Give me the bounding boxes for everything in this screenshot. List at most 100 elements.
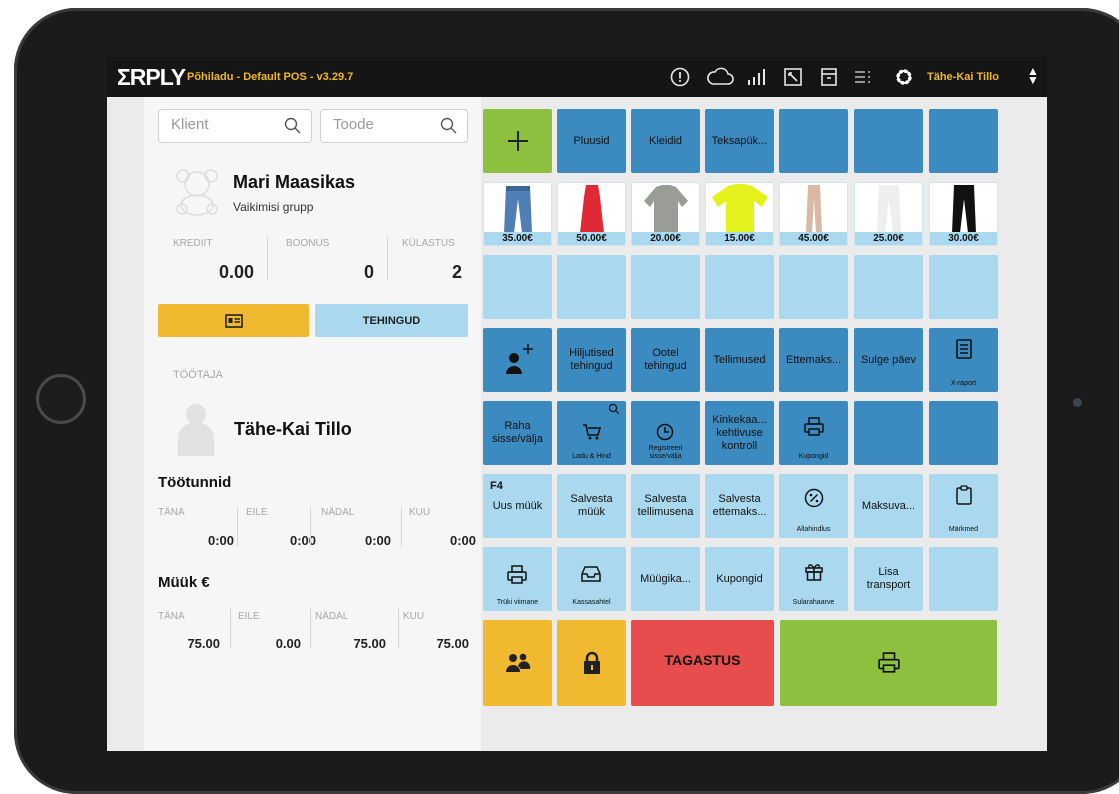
- pos-screen: ΣRPLY Põhiladu - Default POS - v3.29.7 T…: [107, 57, 1047, 751]
- product-search-input[interactable]: [333, 116, 423, 133]
- cash-drawer-button[interactable]: Kassasahtel: [557, 547, 626, 611]
- gear-icon[interactable]: [893, 66, 915, 88]
- notes-button[interactable]: Märkmed: [929, 474, 998, 538]
- signal-icon: [745, 66, 767, 88]
- divider: [237, 507, 238, 547]
- cloud-icon[interactable]: [705, 66, 735, 88]
- shortcut-key: F4: [490, 480, 503, 492]
- sales-today-value: 75.00: [187, 636, 220, 651]
- add-category-button[interactable]: [483, 109, 552, 173]
- client-search-input[interactable]: [171, 116, 261, 133]
- cash-drawer-label: Kassasahtel: [572, 599, 611, 606]
- clock-in-out-label: Registreeri sisse/välja: [648, 445, 683, 460]
- discount-button[interactable]: Allahindlus: [779, 474, 848, 538]
- notes-label: Märkmed: [948, 526, 979, 533]
- category-button[interactable]: Pluusid: [557, 109, 626, 173]
- stock-price-button[interactable]: Ladu & Hind: [557, 401, 626, 465]
- new-sale-button[interactable]: F4 Uus müük: [483, 474, 552, 538]
- shirt-icon: [644, 185, 688, 233]
- divider: [267, 237, 268, 281]
- home-button: [36, 374, 86, 424]
- empty-tile: [854, 109, 923, 173]
- empty-tile: [557, 255, 626, 319]
- add-customer-button[interactable]: [483, 328, 552, 392]
- return-button[interactable]: TAGASTUS: [631, 620, 774, 706]
- empty-tile: [705, 255, 774, 319]
- divider: [310, 507, 311, 547]
- archive-icon[interactable]: [818, 66, 840, 88]
- customer-name[interactable]: Mari Maasikas: [233, 172, 355, 193]
- expand-icon[interactable]: [782, 66, 804, 88]
- product-tile[interactable]: 20.00€: [631, 182, 700, 246]
- search-icon: [284, 117, 301, 134]
- new-sale-label: Uus müük: [492, 499, 543, 512]
- print-last-button[interactable]: Trüki viimane: [483, 547, 552, 611]
- product-tile[interactable]: 30.00€: [929, 182, 998, 246]
- print-receipt-button[interactable]: [780, 620, 997, 706]
- current-user[interactable]: Tähe-Kai Tillo: [927, 71, 999, 83]
- percent-icon: [804, 488, 824, 508]
- clock-in-out-button[interactable]: Registreeri sisse/välja: [631, 401, 700, 465]
- product-tile[interactable]: 50.00€: [557, 182, 626, 246]
- customer-avatar: [176, 169, 218, 216]
- product-tile[interactable]: 25.00€: [854, 182, 923, 246]
- customers-button[interactable]: [483, 620, 552, 706]
- printer-icon: [804, 417, 824, 436]
- pants-icon: [877, 185, 901, 233]
- divider: [398, 609, 399, 649]
- recent-transactions-button[interactable]: Hiljutised tehingud: [557, 328, 626, 392]
- transactions-button[interactable]: TEHINGUD: [315, 304, 468, 337]
- lock-button[interactable]: [557, 620, 626, 706]
- add-transport-button[interactable]: Lisa transport: [854, 547, 923, 611]
- save-order-button[interactable]: Salvesta tellimusena: [631, 474, 700, 538]
- chevron-updown-icon[interactable]: ▲ ▼: [1027, 65, 1039, 86]
- add-person-icon: [505, 344, 533, 374]
- alert-icon[interactable]: [669, 66, 691, 88]
- payment-button[interactable]: Maksuva...: [854, 474, 923, 538]
- cash-in-out-button[interactable]: Raha sisse/välja: [483, 401, 552, 465]
- wh-yesterday-value: 0:00: [289, 533, 316, 548]
- product-tile[interactable]: 35.00€: [483, 182, 552, 246]
- salesperson-button[interactable]: Müügika...: [631, 547, 700, 611]
- coupons-button[interactable]: Kupongid: [705, 547, 774, 611]
- app-version: Põhiladu - Default POS - v3.29.7: [187, 71, 354, 83]
- lock-icon: [583, 651, 600, 674]
- sales-yesterday-value: 0.00: [275, 636, 301, 651]
- employee-section-label: TÖÖTAJA: [173, 369, 223, 381]
- x-report-button[interactable]: X-raport: [929, 328, 998, 392]
- empty-tile: [929, 109, 998, 173]
- empty-tile: [929, 401, 998, 465]
- wh-week-value: 0:00: [364, 533, 391, 548]
- client-search[interactable]: [158, 109, 312, 143]
- product-price: 35.00€: [484, 232, 551, 245]
- prepayment-button[interactable]: Ettemaks...: [779, 328, 848, 392]
- gift-receipt-button[interactable]: Sularahaarve: [779, 547, 848, 611]
- close-day-button[interactable]: Sulge päev: [854, 328, 923, 392]
- sales-week-label: NÄDAL: [315, 611, 349, 622]
- wh-today-value: 0:00: [207, 533, 234, 548]
- clock-icon: [656, 423, 674, 441]
- category-button[interactable]: Kleidid: [631, 109, 700, 173]
- save-prepayment-button[interactable]: Salvesta ettemaks...: [705, 474, 774, 538]
- product-tile[interactable]: 45.00€: [779, 182, 848, 246]
- pants-icon: [806, 185, 822, 233]
- top-bar: ΣRPLY Põhiladu - Default POS - v3.29.7 T…: [107, 57, 1047, 97]
- product-tile[interactable]: 15.00€: [705, 182, 774, 246]
- pending-transactions-button[interactable]: Ootel tehingud: [631, 328, 700, 392]
- customer-card-button[interactable]: [158, 304, 309, 337]
- id-card-icon: [224, 313, 243, 328]
- search-icon: [608, 403, 620, 415]
- gift-card-check-button[interactable]: Kinkekaa... kehtivuse kontroll: [705, 401, 774, 465]
- save-sale-button[interactable]: Salvesta müük: [557, 474, 626, 538]
- list-icon[interactable]: [851, 66, 873, 88]
- product-price: 50.00€: [558, 232, 625, 245]
- orders-button[interactable]: Tellimused: [705, 328, 774, 392]
- sales-month-value: 75.00: [436, 636, 469, 651]
- product-search[interactable]: [320, 109, 468, 143]
- employee-avatar: [178, 404, 214, 456]
- coupons-print-button[interactable]: Kupongid: [779, 401, 848, 465]
- category-button[interactable]: Teksapük...: [705, 109, 774, 173]
- credit-label: KREDIIT: [173, 238, 213, 249]
- visits-value: 2: [451, 262, 462, 282]
- cart-icon: [583, 424, 602, 440]
